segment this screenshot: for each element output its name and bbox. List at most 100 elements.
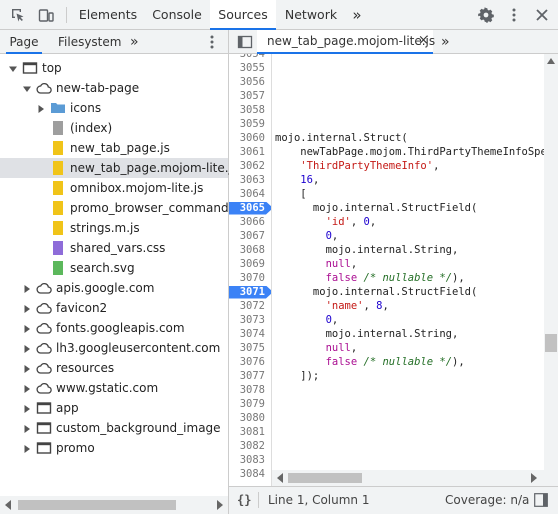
tree-item[interactable]: resources [0,358,228,378]
code-line[interactable]: false /* nullable */), [275,355,465,369]
tree-item[interactable]: app [0,398,228,418]
line-number[interactable]: 3064 [229,187,269,201]
tree-item[interactable]: omnibox.mojom-lite.js [0,178,228,198]
tree-item[interactable]: lh3.googleusercontent.com [0,338,228,358]
scroll-left-icon[interactable] [276,473,284,483]
tab-filesystem[interactable]: Filesystem [58,30,121,54]
collapse-right-arrow-icon[interactable] [22,403,32,413]
code-line[interactable]: newTabPage.mojom.ThirdPartyThemeInfoSpec [275,145,544,159]
line-number[interactable]: 3059 [229,117,269,131]
line-number[interactable]: 3084 [229,467,269,481]
line-number[interactable]: 3055 [229,61,269,75]
line-number[interactable]: 3083 [229,453,269,467]
line-number[interactable]: 3063 [229,173,269,187]
code-area[interactable]: mojo.internal.Struct( newTabPage.mojom.T… [272,54,544,498]
collapse-right-arrow-icon[interactable] [22,323,32,333]
tree-item[interactable]: strings.m.js [0,218,228,238]
code-line[interactable]: null, [275,257,358,271]
line-number[interactable]: 3075 [229,341,269,355]
line-number[interactable]: 3071 [229,285,269,299]
editor-file-tab[interactable]: new_tab_page.mojom-lite.js × [257,30,435,54]
collapse-right-arrow-icon[interactable] [22,363,32,373]
tree-item[interactable]: favicon2 [0,298,228,318]
line-number[interactable]: 3076 [229,355,269,369]
code-line[interactable]: 'id', 0, [275,215,377,229]
tree-item[interactable]: new-tab-page [0,78,228,98]
navigator-menu-icon[interactable] [202,32,222,52]
tree-item[interactable]: promo_browser_command.mojom [0,198,274,218]
line-number[interactable]: 3073 [229,313,269,327]
scroll-right-icon[interactable] [216,500,224,510]
line-number[interactable]: 3066 [229,215,269,229]
code-line[interactable]: 16, [275,173,319,187]
tree-item[interactable]: custom_background_image [0,418,228,438]
collapse-right-arrow-icon[interactable] [22,423,32,433]
line-number[interactable]: 3082 [229,439,269,453]
scroll-up-icon[interactable] [547,58,555,64]
device-toolbar-icon[interactable] [36,5,56,25]
line-number[interactable]: 3057 [229,89,269,103]
expand-down-arrow-icon[interactable] [22,83,32,93]
tree-item[interactable]: (index) [0,118,228,138]
line-number[interactable]: 3065 [229,201,269,215]
close-tab-button[interactable]: × [418,30,429,52]
collapse-right-arrow-icon[interactable] [22,343,32,353]
line-number[interactable]: 3054 [229,54,269,61]
line-number[interactable]: 3074 [229,327,269,341]
expand-down-arrow-icon[interactable] [8,63,18,73]
line-number[interactable]: 3060 [229,131,269,145]
tree-item[interactable]: shared_vars.css [0,238,228,258]
collapse-right-arrow-icon[interactable] [22,283,32,293]
scroll-right-icon[interactable] [530,473,538,483]
tab-network[interactable]: Network [278,0,344,30]
tree-item[interactable]: www.gstatic.com [0,378,228,398]
pretty-print-button[interactable]: {} [237,493,251,507]
line-number[interactable]: 3067 [229,229,269,243]
line-number[interactable]: 3080 [229,411,269,425]
code-line[interactable]: mojo.internal.Struct( [275,131,408,145]
close-icon[interactable] [532,5,552,25]
code-line[interactable]: 'name', 8, [275,299,389,313]
navigator-horizontal-scrollbar[interactable] [0,496,228,514]
code-line[interactable]: mojo.internal.StructField( [275,285,477,299]
code-line[interactable]: mojo.internal.String, [275,327,459,341]
line-number[interactable]: 3061 [229,145,269,159]
line-number[interactable]: 3078 [229,383,269,397]
line-number[interactable]: 3081 [229,425,269,439]
code-line[interactable]: false /* nullable */), [275,271,465,285]
code-line[interactable]: 'ThirdPartyThemeInfo', [275,159,439,173]
tree-item[interactable]: new_tab_page.js [0,138,228,158]
line-number[interactable]: 3070 [229,271,269,285]
customize-menu-icon[interactable] [504,5,524,25]
tree-item[interactable]: new_tab_page.mojom-lite.js [0,158,238,178]
tab-page[interactable]: Page [6,30,42,54]
more-tabs-button[interactable]: » [346,0,368,30]
line-number[interactable]: 3079 [229,397,269,411]
line-number-gutter[interactable]: 3054 3055 3056 3057 3058 3059 3060 3061 3062 3063… [229,54,272,498]
line-number[interactable]: 3068 [229,243,269,257]
collapse-right-arrow-icon[interactable] [22,303,32,313]
tree-item[interactable]: top [0,58,228,78]
editor-horizontal-scrollbar[interactable] [272,470,544,486]
line-number[interactable]: 3072 [229,299,269,313]
editor-vertical-scrollbar[interactable] [544,54,558,498]
line-number[interactable]: 3058 [229,103,269,117]
tree-item[interactable]: fonts.googleapis.com [0,318,228,338]
code-line[interactable]: 0, [275,313,339,327]
line-number[interactable]: 3069 [229,257,269,271]
code-line[interactable]: null, [275,341,358,355]
horizontal-scroll-thumb[interactable] [288,473,362,483]
tree-item[interactable]: search.svg [0,258,228,278]
code-line[interactable]: ]); [275,369,319,383]
line-number[interactable]: 3062 [229,159,269,173]
tree-item[interactable]: icons [0,98,228,118]
code-line[interactable]: mojo.internal.StructField( [275,201,477,215]
collapse-right-arrow-icon[interactable] [36,103,46,113]
horizontal-scroll-thumb[interactable] [18,500,176,510]
line-number[interactable]: 3056 [229,75,269,89]
code-line[interactable]: [ [275,187,306,201]
more-editor-tabs-button[interactable]: » [441,30,455,54]
tab-sources[interactable]: Sources [210,0,276,30]
inspect-element-icon[interactable] [8,5,28,25]
settings-gear-icon[interactable] [476,5,496,25]
